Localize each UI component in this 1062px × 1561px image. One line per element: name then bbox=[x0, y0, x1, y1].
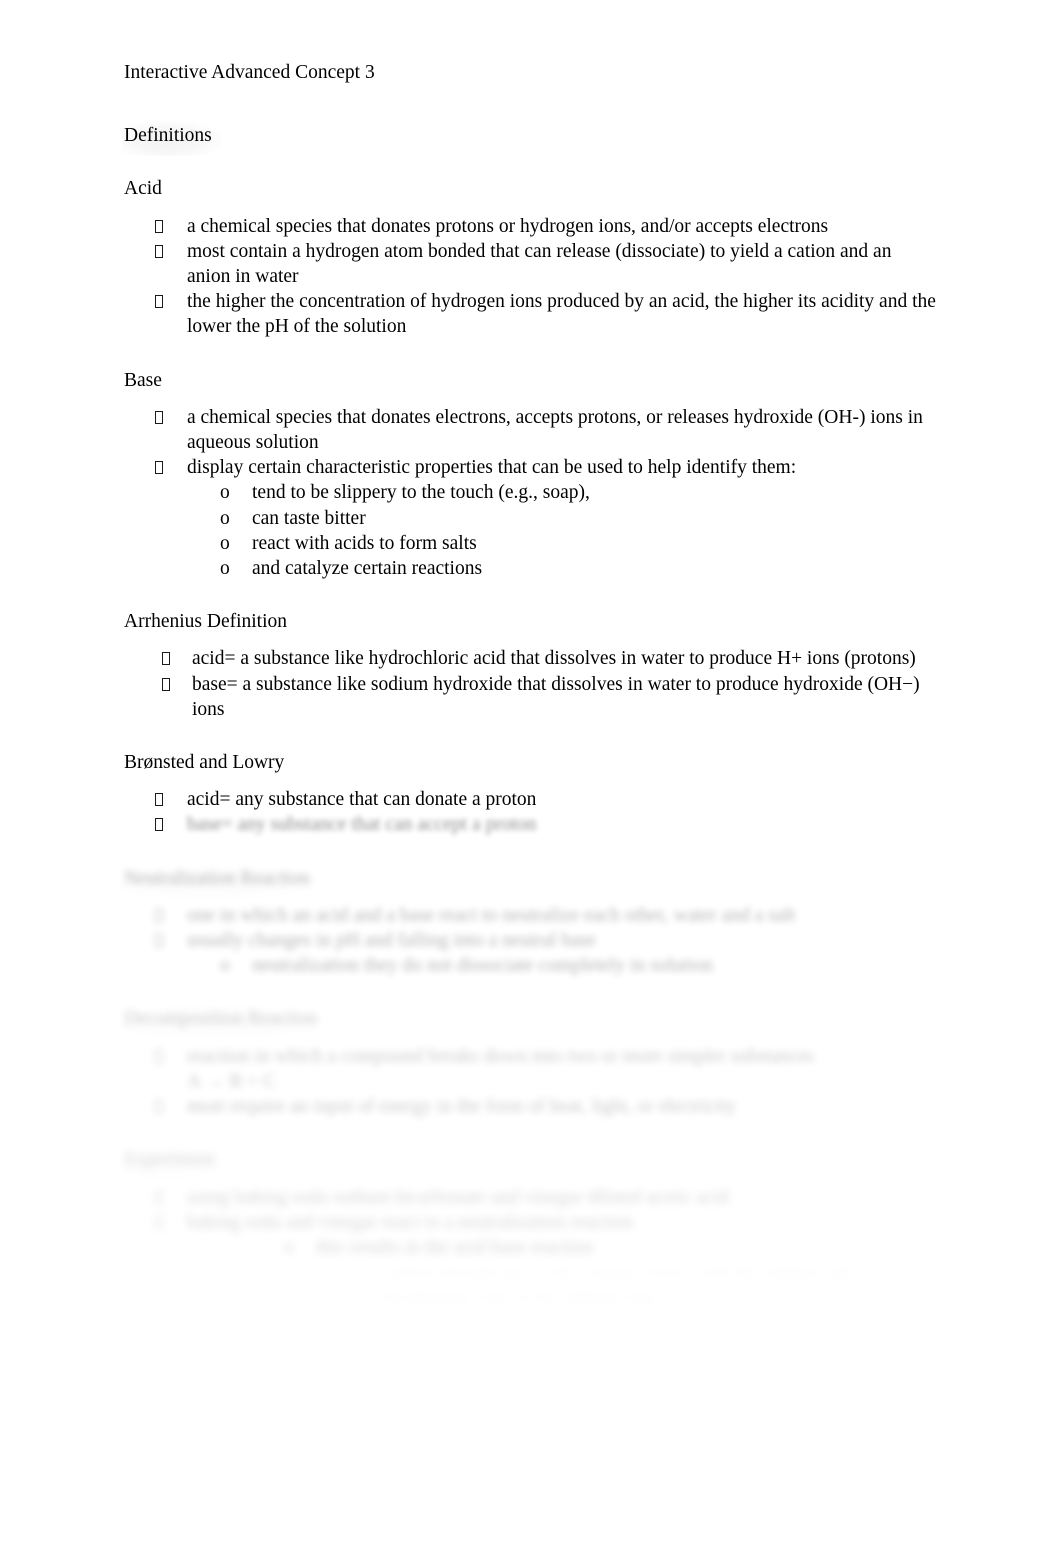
section-heading-neutralization: Neutralization Reaction bbox=[122, 863, 936, 899]
bullet-box-icon bbox=[155, 928, 187, 953]
sub-list-item-text: neutralization they do not dissociate co… bbox=[252, 955, 713, 977]
page-title: Interactive Advanced Concept 3 bbox=[124, 62, 375, 83]
list-item: display certain characteristic propertie… bbox=[124, 455, 936, 480]
list-item-text: baking soda and vinegar react to a neutr… bbox=[187, 1211, 634, 1233]
sub-list-item-text: this results in the acid base reaction bbox=[316, 1236, 594, 1258]
bronsted-bullet-list: acid= any substance that can donate a pr… bbox=[124, 787, 936, 837]
sub-bullet-marker: o bbox=[220, 558, 230, 580]
bullet-box-icon bbox=[155, 289, 187, 314]
section-heading-definitions: Definitions bbox=[122, 121, 936, 157]
sub-list-item-text: carbon dioxide gas is the vinegar reacts… bbox=[382, 1260, 936, 1310]
bullet-box-icon bbox=[155, 405, 187, 430]
list-item: acid= any substance that can donate a pr… bbox=[124, 787, 936, 812]
neutralization-bullet-list: one in which an acid and a base react to… bbox=[124, 903, 936, 979]
sub-list-item: o neutralization they do not dissociate … bbox=[124, 953, 936, 978]
list-item: reaction in which a compound breaks down… bbox=[124, 1044, 936, 1069]
sub-list-item: o this results in the acid base reaction bbox=[124, 1235, 936, 1260]
experiment-heading-text: Experiment bbox=[122, 1145, 225, 1181]
list-item: usually changes in pH and falling into a… bbox=[124, 928, 936, 953]
list-item-text: acid= a substance like hydrochloric acid… bbox=[192, 648, 916, 670]
list-item: one in which an acid and a base react to… bbox=[124, 903, 936, 928]
list-item-text: reaction in which a compound breaks down… bbox=[187, 1045, 815, 1067]
list-item: using baking soda sodium bicarbonate and… bbox=[124, 1185, 936, 1210]
definitions-heading-text: Definitions bbox=[122, 121, 222, 157]
bullet-box-icon bbox=[155, 214, 187, 239]
section-heading-decomposition: Decomposition Reaction bbox=[122, 1004, 936, 1040]
sub-bullet-marker: o bbox=[220, 482, 230, 504]
list-item-text: a chemical species that donates electron… bbox=[187, 406, 923, 454]
sub-list-item: o react with acids to form salts bbox=[124, 531, 936, 556]
bullet-box-icon bbox=[162, 646, 192, 671]
document-page: Interactive Advanced Concept 3 Definitio… bbox=[0, 0, 1062, 1561]
bullet-box-icon bbox=[155, 1185, 187, 1210]
acid-bullet-list: a chemical species that donates protons … bbox=[124, 214, 936, 340]
document-body: Interactive Advanced Concept 3 Definitio… bbox=[122, 60, 936, 1311]
list-item: baking soda and vinegar react to a neutr… bbox=[124, 1210, 936, 1235]
arrhenius-bullet-list: acid= a substance like hydrochloric acid… bbox=[124, 646, 936, 722]
list-item: a chemical species that donates protons … bbox=[124, 214, 936, 239]
sub-bullet-marker: o bbox=[220, 532, 230, 554]
sub-list-item: o and catalyze certain reactions bbox=[124, 556, 936, 581]
list-item-text: display certain characteristic propertie… bbox=[187, 457, 797, 479]
list-item: a chemical species that donates electron… bbox=[124, 405, 936, 455]
bullet-box-icon bbox=[155, 455, 187, 480]
list-item-text: using baking soda sodium bicarbonate and… bbox=[187, 1186, 730, 1208]
section-heading-experiment: Experiment bbox=[122, 1145, 936, 1181]
decomposition-bullet-list: reaction in which a compound breaks down… bbox=[124, 1044, 936, 1120]
bullet-box-icon bbox=[155, 812, 187, 837]
list-item-text: the higher the concentration of hydrogen… bbox=[187, 291, 936, 338]
bullet-box-icon bbox=[162, 672, 192, 697]
sub-bullet-marker: o bbox=[220, 955, 230, 977]
bullet-box-icon bbox=[155, 1210, 187, 1235]
decomposition-heading-text: Decomposition Reaction bbox=[122, 1004, 328, 1040]
experiment-bullet-list: using baking soda sodium bicarbonate and… bbox=[124, 1185, 936, 1311]
list-item: the higher the concentration of hydrogen… bbox=[124, 289, 936, 339]
sub-list-item-text: can taste bitter bbox=[252, 507, 366, 529]
neutralization-heading-text: Neutralization Reaction bbox=[122, 863, 320, 899]
sub-list-item: o can taste bitter bbox=[124, 506, 936, 531]
sub-list-item-text: react with acids to form salts bbox=[252, 532, 477, 554]
sub-list-item: o carbon dioxide gas is the vinegar reac… bbox=[124, 1260, 936, 1310]
sub-bullet-marker: o bbox=[348, 1260, 382, 1285]
list-item-text: base= a substance like sodium hydroxide … bbox=[192, 673, 920, 720]
list-item: base= a substance like sodium hydroxide … bbox=[124, 672, 936, 722]
section-heading-acid: Acid bbox=[124, 178, 162, 200]
sub-bullet-marker: o bbox=[284, 1236, 294, 1258]
list-item-text: most contain a hydrogen atom bonded that… bbox=[187, 240, 892, 288]
list-item-text: A → B + C bbox=[187, 1070, 277, 1092]
bullet-box-icon bbox=[155, 239, 187, 264]
list-item-text: usually changes in pH and falling into a… bbox=[187, 930, 596, 952]
list-item: most contain a hydrogen atom bonded that… bbox=[124, 239, 936, 289]
sub-list-item-text: and catalyze certain reactions bbox=[252, 558, 483, 580]
list-item-text: base= any substance that can accept a pr… bbox=[187, 814, 537, 836]
section-heading-bronsted: Brønsted and Lowry bbox=[124, 752, 285, 774]
list-item: base= any substance that can accept a pr… bbox=[124, 812, 936, 837]
list-item-text: most require an input of energy in the f… bbox=[187, 1096, 737, 1118]
bullet-box-icon bbox=[155, 787, 187, 812]
sub-bullet-marker: o bbox=[220, 507, 230, 529]
bullet-box-icon bbox=[155, 903, 187, 928]
bullet-box-icon bbox=[155, 1044, 187, 1069]
list-item-text: acid= any substance that can donate a pr… bbox=[187, 789, 537, 811]
section-heading-arrhenius: Arrhenius Definition bbox=[124, 611, 288, 633]
list-item: A → B + C bbox=[124, 1069, 936, 1094]
bullet-box-icon bbox=[155, 1094, 187, 1119]
sub-list-item: o tend to be slippery to the touch (e.g.… bbox=[124, 480, 936, 505]
section-heading-base: Base bbox=[124, 369, 162, 391]
list-item: acid= a substance like hydrochloric acid… bbox=[124, 646, 936, 671]
sub-list-item-text: tend to be slippery to the touch (e.g., … bbox=[252, 482, 590, 504]
list-item-text: a chemical species that donates protons … bbox=[187, 215, 829, 237]
list-item-text: one in which an acid and a base react to… bbox=[187, 904, 796, 926]
base-bullet-list: a chemical species that donates electron… bbox=[124, 405, 936, 581]
list-item: most require an input of energy in the f… bbox=[124, 1094, 936, 1119]
